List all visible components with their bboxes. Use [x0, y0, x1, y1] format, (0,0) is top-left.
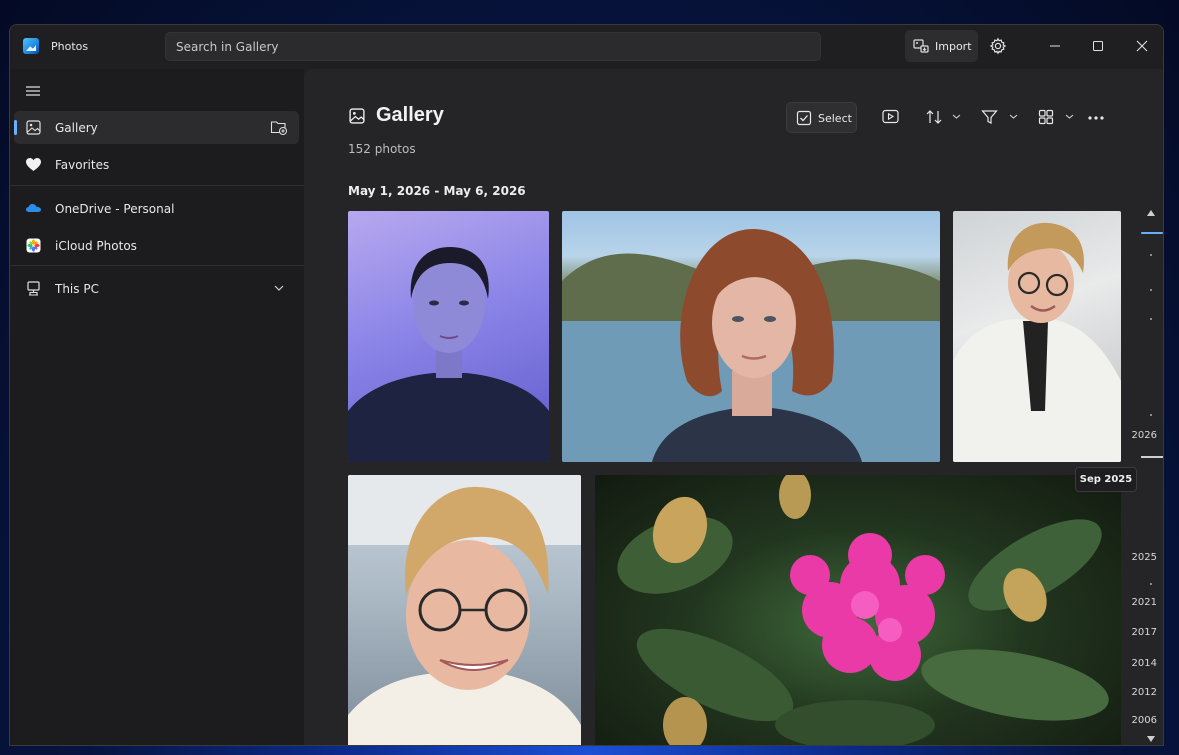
import-icon: [913, 39, 929, 53]
sidebar-item-gallery[interactable]: Gallery: [14, 111, 299, 144]
gear-icon[interactable]: [989, 37, 1007, 55]
pink-flower-image: [617, 475, 1109, 745]
photo-thumbnail[interactable]: [348, 475, 581, 745]
timeline-dot: [1150, 289, 1152, 291]
timeline-year[interactable]: 2014: [1132, 658, 1157, 669]
portrait-redhead-image: [562, 229, 940, 462]
date-group-header: May 1, 2026 - May 6, 2026: [348, 184, 526, 198]
photos-window: Photos Search in Gallery Import Gallery …: [9, 24, 1164, 746]
timeline-dot: [1150, 254, 1152, 256]
gallery-icon: [349, 108, 365, 124]
photo-thumbnail[interactable]: [348, 211, 549, 462]
sidebar-item-onedrive[interactable]: OneDrive - Personal: [14, 192, 299, 225]
import-button[interactable]: Import: [905, 30, 978, 62]
sidebar-item-label: This PC: [55, 282, 99, 296]
search-input[interactable]: Search in Gallery: [165, 32, 821, 61]
more-options-icon[interactable]: [1087, 115, 1105, 121]
timeline-dot: [1150, 414, 1152, 416]
checkbox-icon: [796, 110, 812, 126]
sort-icon[interactable]: [925, 109, 943, 125]
layout-view-icon[interactable]: [1038, 109, 1054, 125]
sidebar-item-this-pc[interactable]: This PC: [14, 272, 299, 305]
timeline-year[interactable]: 2017: [1132, 627, 1157, 638]
slideshow-icon[interactable]: [882, 109, 899, 124]
gallery-icon: [26, 120, 41, 135]
scroll-up-icon[interactable]: [1146, 209, 1156, 217]
add-folder-icon[interactable]: [270, 119, 288, 136]
photo-thumbnail[interactable]: [562, 211, 940, 462]
select-label: Select: [818, 112, 852, 125]
active-indicator: [14, 120, 17, 135]
sidebar-item-icloud-photos[interactable]: iCloud Photos: [14, 229, 299, 262]
scroll-down-icon[interactable]: [1146, 735, 1156, 743]
portrait-woman-image: [348, 247, 549, 462]
heart-icon: [26, 158, 41, 171]
photo-count: 152 photos: [348, 142, 416, 156]
timeline-dot: [1150, 318, 1152, 320]
app-title: Photos: [51, 40, 89, 53]
sidebar-item-label: Gallery: [55, 121, 98, 135]
gallery-pane: Gallery 152 photos Select May 1, 2026 - …: [304, 69, 1163, 745]
sidebar-item-label: Favorites: [55, 158, 110, 172]
search-placeholder: Search in Gallery: [176, 40, 279, 54]
timeline-tooltip: Sep 2025: [1075, 467, 1137, 492]
timeline-year[interactable]: 2026: [1132, 430, 1157, 441]
sidebar-divider: [10, 265, 304, 266]
photo-thumbnail[interactable]: [595, 475, 1121, 745]
title-bar: Photos Search in Gallery Import: [10, 25, 1163, 69]
timeline-year[interactable]: 2012: [1132, 687, 1157, 698]
sidebar-item-label: OneDrive - Personal: [55, 202, 175, 216]
close-icon[interactable]: [1132, 36, 1152, 56]
onedrive-icon: [26, 204, 41, 212]
chevron-down-icon[interactable]: [274, 284, 284, 292]
timeline-year[interactable]: 2025: [1132, 552, 1157, 563]
portrait-man-glasses-image: [953, 222, 1121, 462]
select-button[interactable]: Select: [786, 102, 857, 133]
timeline-dot: [1150, 583, 1152, 585]
sidebar: Gallery Favorites OneDrive - Personal iC…: [10, 69, 304, 745]
chevron-down-icon[interactable]: [1065, 113, 1074, 120]
sidebar-item-favorites[interactable]: Favorites: [14, 148, 299, 181]
page-title: Gallery: [376, 104, 444, 126]
photo-thumbnail[interactable]: [953, 211, 1121, 462]
filter-icon[interactable]: [981, 109, 998, 125]
maximize-icon[interactable]: [1088, 36, 1108, 56]
minimize-icon[interactable]: [1045, 36, 1065, 56]
import-label: Import: [935, 40, 972, 53]
sidebar-divider: [10, 185, 304, 186]
photos-app-icon: [23, 38, 39, 54]
sidebar-item-label: iCloud Photos: [55, 239, 137, 253]
chevron-down-icon[interactable]: [1009, 113, 1018, 120]
icloud-photos-icon: [26, 238, 41, 253]
chevron-down-icon[interactable]: [952, 113, 961, 120]
timeline-year[interactable]: 2021: [1132, 597, 1157, 608]
hamburger-menu-icon[interactable]: [25, 84, 41, 98]
pc-icon: [27, 281, 40, 296]
scroll-position-indicator: [1141, 232, 1163, 234]
timeline-year[interactable]: 2006: [1132, 715, 1157, 726]
timeline-hover-marker: [1141, 456, 1163, 458]
portrait-man-smiling-image: [348, 475, 581, 745]
